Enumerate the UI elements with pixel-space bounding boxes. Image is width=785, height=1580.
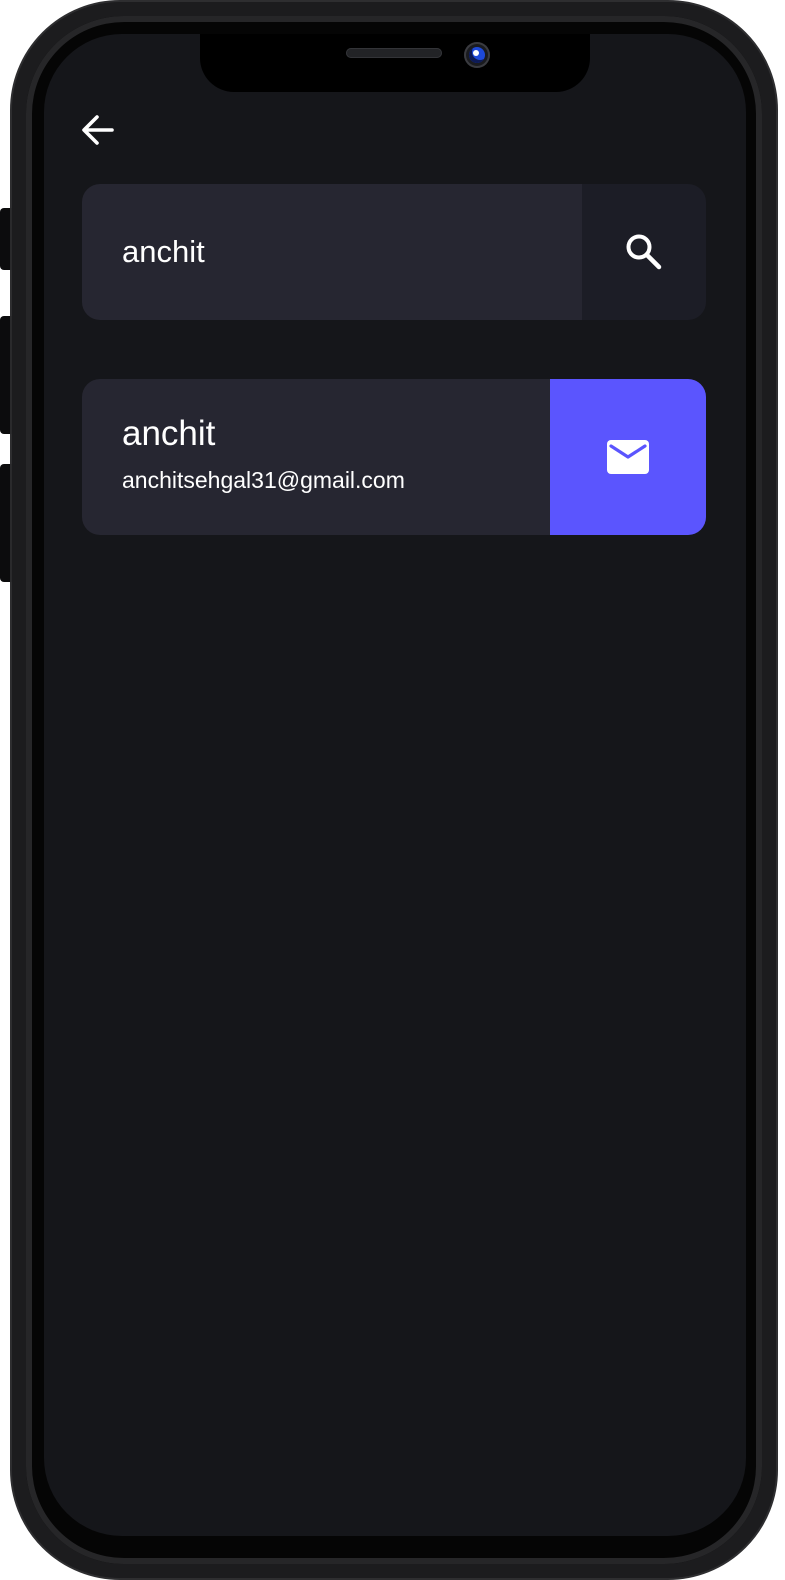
result-email: anchitsehgal31@gmail.com	[122, 467, 405, 493]
notch	[200, 34, 590, 92]
app-screen: anchit anchitsehgal31@gmail.com	[44, 34, 746, 1536]
back-button[interactable]	[78, 110, 118, 150]
result-name: anchit	[122, 414, 216, 453]
search-result-card[interactable]: anchit anchitsehgal31@gmail.com	[82, 379, 706, 535]
speaker-grille	[346, 48, 442, 58]
mute-switch	[0, 208, 12, 270]
search-input[interactable]	[82, 184, 582, 320]
send-mail-button[interactable]	[550, 379, 706, 535]
arrow-left-icon	[82, 115, 114, 145]
search-bar	[82, 184, 706, 320]
search-icon	[626, 234, 662, 270]
mail-icon	[607, 440, 649, 474]
volume-up-button	[0, 316, 12, 434]
camera-lens	[469, 47, 485, 63]
search-button[interactable]	[582, 184, 706, 320]
volume-down-button	[0, 464, 12, 582]
front-camera	[464, 42, 490, 68]
result-info: anchit anchitsehgal31@gmail.com	[82, 379, 550, 535]
camera-glint	[473, 50, 479, 56]
